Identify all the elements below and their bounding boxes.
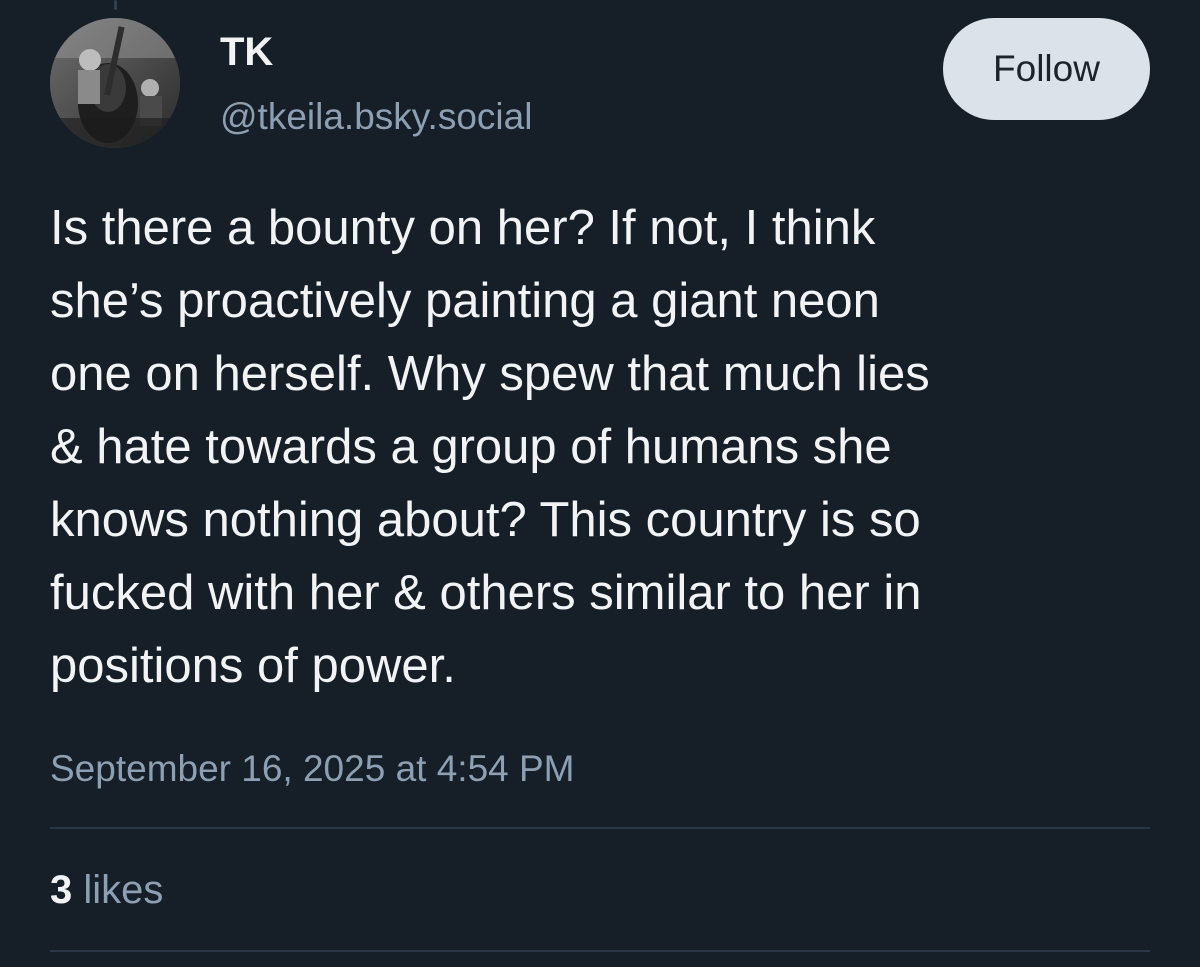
post-timestamp[interactable]: September 16, 2025 at 4:54 PM	[50, 750, 575, 787]
thread-line	[114, 0, 117, 10]
likes-count: 3	[50, 868, 73, 912]
author-handle[interactable]: @tkeila.bsky.social	[220, 98, 532, 135]
likes-label: likes	[83, 868, 164, 912]
author-display-name[interactable]: TK	[220, 32, 273, 72]
divider	[50, 950, 1150, 952]
divider	[50, 827, 1150, 829]
post-header: TK @tkeila.bsky.social Follow	[50, 18, 1150, 148]
likes-stat[interactable]: 3 likes	[50, 870, 163, 910]
post-text: Is there a bounty on her? If not, I thin…	[50, 201, 930, 693]
follow-button[interactable]: Follow	[943, 18, 1150, 120]
avatar[interactable]	[50, 18, 180, 148]
avatar-image	[50, 18, 180, 148]
